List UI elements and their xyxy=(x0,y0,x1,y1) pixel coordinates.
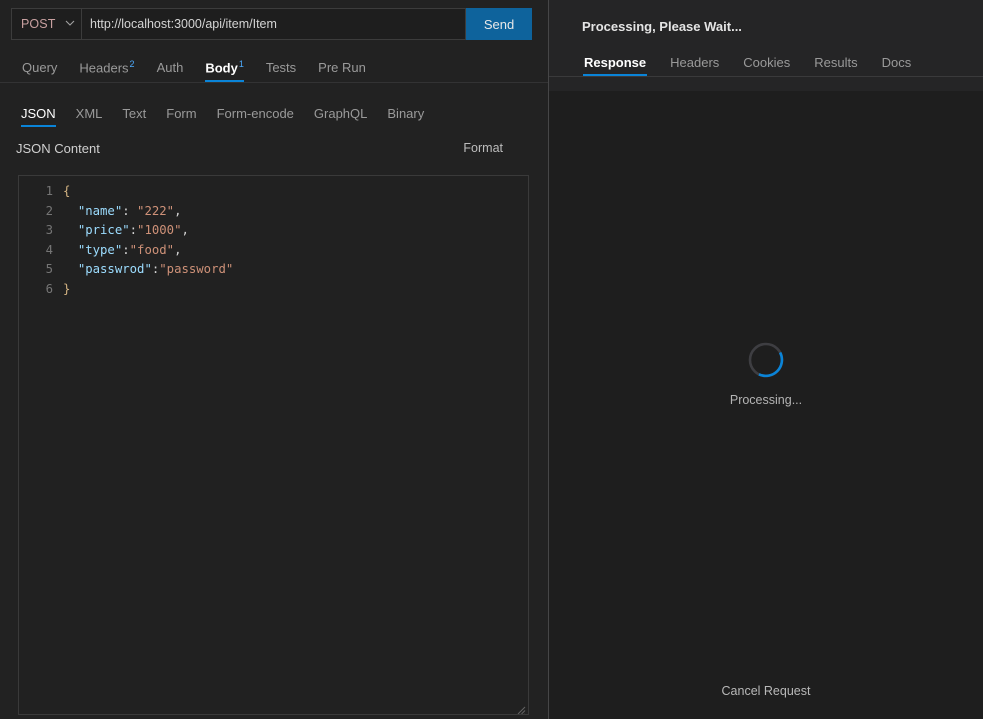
send-button[interactable]: Send xyxy=(466,8,532,40)
response-body-area: Processing... Cancel Request xyxy=(549,91,983,719)
tab-response-headers[interactable]: Headers xyxy=(658,56,731,76)
tab-query[interactable]: Query xyxy=(11,61,68,82)
json-code-lines[interactable]: 1{2 "name": "222", 3 "price":"1000", 4 "ty… xyxy=(19,176,528,299)
code-line: 5 "passwrod":"password" xyxy=(19,260,528,280)
tab-body[interactable]: Body1 xyxy=(194,58,255,83)
line-number: 3 xyxy=(45,223,53,237)
tab-query-label: Query xyxy=(22,60,58,75)
body-type-xml[interactable]: XML xyxy=(66,107,113,127)
line-number: 2 xyxy=(45,203,53,218)
loading-indicator: Processing... xyxy=(549,341,983,407)
response-panel: Processing, Please Wait... Response Head… xyxy=(549,0,983,719)
body-type-graphql[interactable]: GraphQL xyxy=(304,107,377,127)
code-text: } xyxy=(63,281,71,296)
loading-spinner-icon xyxy=(747,341,785,379)
tab-tests-label: Tests xyxy=(265,60,297,75)
body-type-form-encode[interactable]: Form-encode xyxy=(207,107,304,127)
url-input[interactable] xyxy=(81,8,466,40)
http-method-value: POST xyxy=(21,17,56,31)
tab-docs[interactable]: Docs xyxy=(870,56,924,76)
code-text: "price":"1000", xyxy=(77,223,189,237)
code-line: 1{ xyxy=(19,182,528,202)
request-tabs: Query Headers2 Auth Body1 Tests Pre Run xyxy=(0,49,548,83)
line-number: 1 xyxy=(45,184,53,198)
tab-cookies[interactable]: Cookies xyxy=(731,56,802,76)
tab-auth-label: Auth xyxy=(156,60,184,75)
body-type-binary[interactable]: Binary xyxy=(377,107,434,127)
tab-pre-run-label: Pre Run xyxy=(318,60,366,75)
tab-headers[interactable]: Headers2 xyxy=(68,58,145,82)
resize-grip-icon[interactable] xyxy=(516,702,526,714)
response-tabs: Response Headers Cookies Results Docs xyxy=(549,47,983,77)
code-line: 6} xyxy=(19,280,528,300)
body-type-json[interactable]: JSON xyxy=(11,107,66,127)
tab-response[interactable]: Response xyxy=(572,56,658,76)
tab-pre-run[interactable]: Pre Run xyxy=(307,61,377,82)
code-text: "passwrod":"password" xyxy=(77,262,234,276)
api-client-window: POST Send Query Headers2 Auth Body1 xyxy=(0,0,983,719)
url-bar: POST Send xyxy=(11,8,532,40)
json-content-label: JSON Content xyxy=(16,140,100,156)
tab-body-badge: 1 xyxy=(238,58,244,69)
code-text: { xyxy=(63,184,71,198)
tab-body-label: Body xyxy=(205,60,238,75)
response-status-text: Processing, Please Wait... xyxy=(582,19,742,34)
cancel-request-button[interactable]: Cancel Request xyxy=(549,684,983,698)
tab-headers-badge: 2 xyxy=(129,58,135,69)
body-type-tabs: JSON XML Text Form Form-encode GraphQL B… xyxy=(0,94,548,127)
json-content-header: JSON Content Format xyxy=(0,136,548,160)
code-line: 3 "price":"1000", xyxy=(19,221,528,241)
line-number: 4 xyxy=(45,242,53,257)
tab-results[interactable]: Results xyxy=(802,56,869,76)
http-method-select[interactable]: POST xyxy=(11,8,81,40)
tab-auth[interactable]: Auth xyxy=(146,61,195,82)
json-body-editor[interactable]: 1{2 "name": "222", 3 "price":"1000", 4 "ty… xyxy=(18,175,529,715)
code-text: "name": "222", xyxy=(77,203,182,218)
body-type-form[interactable]: Form xyxy=(156,107,206,127)
code-text: "type":"food", xyxy=(77,242,182,257)
line-number: 6 xyxy=(45,281,53,296)
code-line: 2 "name": "222", xyxy=(19,202,528,222)
request-panel: POST Send Query Headers2 Auth Body1 xyxy=(0,0,549,719)
code-line: 4 "type":"food", xyxy=(19,241,528,261)
spinner-label: Processing... xyxy=(729,393,803,407)
chevron-down-icon xyxy=(65,18,75,27)
format-button[interactable]: Format xyxy=(463,141,503,155)
tab-tests[interactable]: Tests xyxy=(255,61,307,82)
line-number: 5 xyxy=(45,262,53,276)
tab-headers-label: Headers xyxy=(79,60,129,75)
body-type-text[interactable]: Text xyxy=(112,107,156,127)
